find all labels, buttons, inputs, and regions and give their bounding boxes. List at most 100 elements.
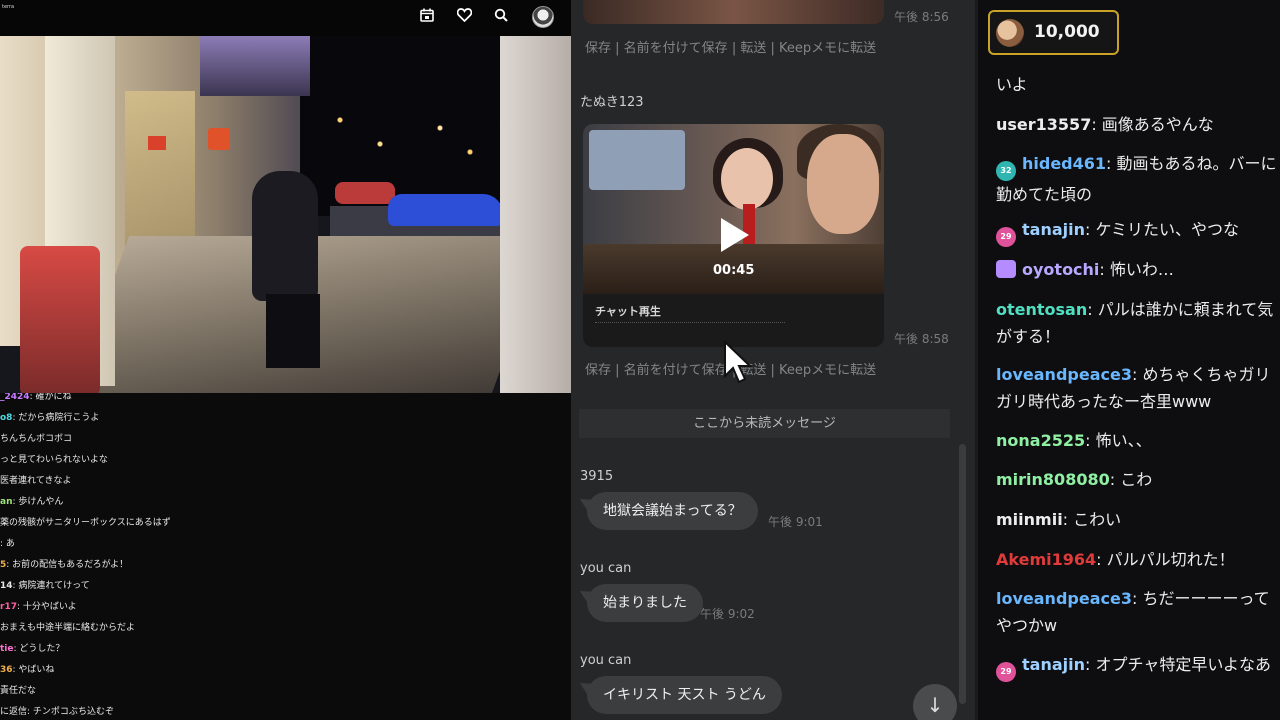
live-chat-message: oyotochi: 怖いわ… — [996, 256, 1278, 283]
video-lights — [300, 96, 500, 176]
chat-username[interactable]: tanajin — [1022, 655, 1085, 674]
chat-username[interactable]: loveandpeace3 — [996, 365, 1132, 384]
stream-chat-row: an: 歩けんやん — [0, 495, 63, 511]
calendar-icon[interactable] — [418, 8, 436, 26]
chat-text: : オプチャ特定早いよなあ — [1085, 655, 1271, 674]
stream-chat-username[interactable]: o8 — [0, 413, 12, 423]
subscriber-badge-icon: 29 — [996, 227, 1016, 247]
chat-username[interactable]: tanajin — [1022, 220, 1085, 239]
message-time: 午後 8:56 — [894, 10, 949, 24]
chat-text: いよ — [996, 75, 1028, 94]
subscriber-badge-icon: 29 — [996, 662, 1016, 682]
action-divider: | — [615, 363, 624, 378]
stream-chat-text: 薬の残骸がサニタリーボックスにあるはず — [0, 518, 171, 528]
stream-chat-row: おまえも中途半端に絡むからだよ — [0, 621, 135, 637]
play-icon[interactable] — [717, 218, 749, 252]
stream-chat-text: に返信: チンポコぶち込むぞ — [0, 707, 114, 717]
stream-chat-text: : 歩けんやん — [12, 497, 64, 507]
message-bubble[interactable]: 地獄会議始まってる？ — [587, 492, 758, 530]
stream-chat-username[interactable]: r17 — [0, 602, 17, 612]
video-wall — [500, 36, 571, 393]
action-divider: | — [770, 363, 780, 378]
live-chat-message: 29 tanajin: ケミリたい、やつな — [996, 216, 1278, 247]
save-link[interactable]: 保存 — [585, 41, 611, 56]
mouse-cursor-icon — [724, 340, 753, 384]
stream-panel: terra _2424: 確かにね o8: だから病院行こうよ ちんちんボコボコ… — [0, 0, 571, 720]
stream-chat-text: : だから病院行こうよ — [12, 413, 100, 423]
heart-icon[interactable] — [455, 8, 473, 26]
chat-username[interactable]: loveandpeace3 — [996, 589, 1132, 608]
stream-chat-username[interactable]: 36 — [0, 665, 13, 675]
stream-chat-text: : 病院連れてけって — [12, 581, 90, 591]
chat-username[interactable]: miinmii — [996, 510, 1063, 529]
video-sign-small — [148, 136, 166, 150]
forward-keep-link[interactable]: Keepメモに転送 — [779, 363, 876, 378]
chat-username[interactable]: otentosan — [996, 300, 1087, 319]
chat-text: : パルパル切れた！ — [1096, 550, 1235, 569]
video-red-car — [335, 182, 395, 204]
stream-chat-username[interactable]: tie — [0, 644, 14, 654]
video-person-legs — [266, 294, 320, 368]
live-chat-message: miinmii: こわい — [996, 506, 1278, 533]
chat-text: : こわ — [1109, 470, 1153, 489]
live-chat-message: 32 hided461: 動画もあるね。バーに勤めてた頃の — [996, 150, 1278, 208]
image-message[interactable] — [583, 0, 884, 24]
scrollbar[interactable] — [959, 444, 966, 704]
user-avatar[interactable] — [532, 6, 554, 28]
save-link[interactable]: 保存 — [585, 363, 611, 378]
stream-chat-username[interactable]: _2424 — [0, 393, 30, 402]
chat-text: : 怖いわ… — [1099, 260, 1174, 279]
stream-chat-text: : あ — [0, 539, 15, 549]
thumb-person2-face — [807, 134, 879, 234]
stream-chat-username[interactable]: 14 — [0, 581, 13, 591]
save-as-link[interactable]: 名前を付けて保存 — [624, 41, 728, 56]
video-duration: 00:45 — [713, 263, 755, 278]
video-person — [252, 171, 318, 301]
live-chat-message: いよ — [996, 71, 1278, 98]
stream-chat-text: ちんちんボコボコ — [0, 434, 73, 444]
stream-chat-row: _2424: 確かにね — [0, 393, 71, 406]
stream-chat-row: 36: やばいね — [0, 663, 54, 679]
stream-chat-row: 責任だな — [0, 684, 36, 700]
chat-username[interactable]: nona2525 — [996, 431, 1085, 450]
video-blue-car — [388, 194, 503, 226]
stream-chat-row: tie: どうした？ — [0, 642, 64, 658]
action-divider: | — [615, 41, 624, 56]
sender-name: you can — [580, 561, 632, 576]
chat-text: : ケミリたい、やつな — [1085, 220, 1239, 239]
coin-icon — [996, 19, 1024, 47]
message-bubble[interactable]: 始まりました — [587, 584, 703, 622]
chat-username[interactable]: hided461 — [1022, 154, 1106, 173]
video-sign — [208, 128, 230, 150]
live-chat-message: Akemi1964: パルパル切れた！ — [996, 546, 1278, 573]
action-divider: | — [770, 41, 780, 56]
chat-replay-label[interactable]: チャット再生 — [595, 303, 661, 319]
forward-link[interactable]: 転送 — [740, 41, 766, 56]
video-time: 午後 8:58 — [894, 332, 949, 346]
stream-chat-row: 医者連れてきなよ — [0, 474, 71, 490]
points-badge[interactable]: 10,000 — [988, 10, 1119, 55]
stream-chat-text: 責任だな — [0, 686, 37, 696]
chat-username[interactable]: Akemi1964 — [996, 550, 1096, 569]
live-chat-message: mirin808080: こわ — [996, 466, 1278, 493]
message-bubble[interactable]: イキリスト 天スト うどん — [587, 676, 782, 714]
live-chat-message: loveandpeace3: めちゃくちゃガリガリ時代あったなー杏里www — [996, 361, 1278, 415]
stream-video[interactable] — [0, 36, 571, 393]
chat-username[interactable]: mirin808080 — [996, 470, 1110, 489]
screen: terra _2424: 確かにね o8: だから病院行こうよ ちんちんボコボコ… — [0, 0, 1280, 720]
stream-chat-row: 14: 病院連れてけって — [0, 579, 90, 595]
search-icon[interactable] — [492, 8, 510, 26]
forward-keep-link[interactable]: Keepメモに転送 — [779, 41, 876, 56]
sender-name: you can — [580, 653, 632, 668]
live-chat-message: 29 tanajin: オプチャ特定早いよなあ — [996, 651, 1278, 682]
stream-chat-text: : 十分やばいよ — [16, 602, 77, 612]
live-chat-message: loveandpeace3: ちだーーーーってやつかw — [996, 585, 1278, 639]
chat-username[interactable]: user13557 — [996, 115, 1091, 134]
stream-chat-row: : あ — [0, 537, 15, 553]
stream-chat-username[interactable]: an — [0, 497, 12, 507]
chat-username[interactable]: oyotochi — [1022, 260, 1099, 279]
save-as-link[interactable]: 名前を付けて保存 — [624, 363, 728, 378]
video-vending-machine — [20, 246, 100, 393]
video-message[interactable]: 00:45 チャット再生 — [583, 124, 884, 347]
scroll-down-icon[interactable]: ↓ — [913, 684, 957, 720]
